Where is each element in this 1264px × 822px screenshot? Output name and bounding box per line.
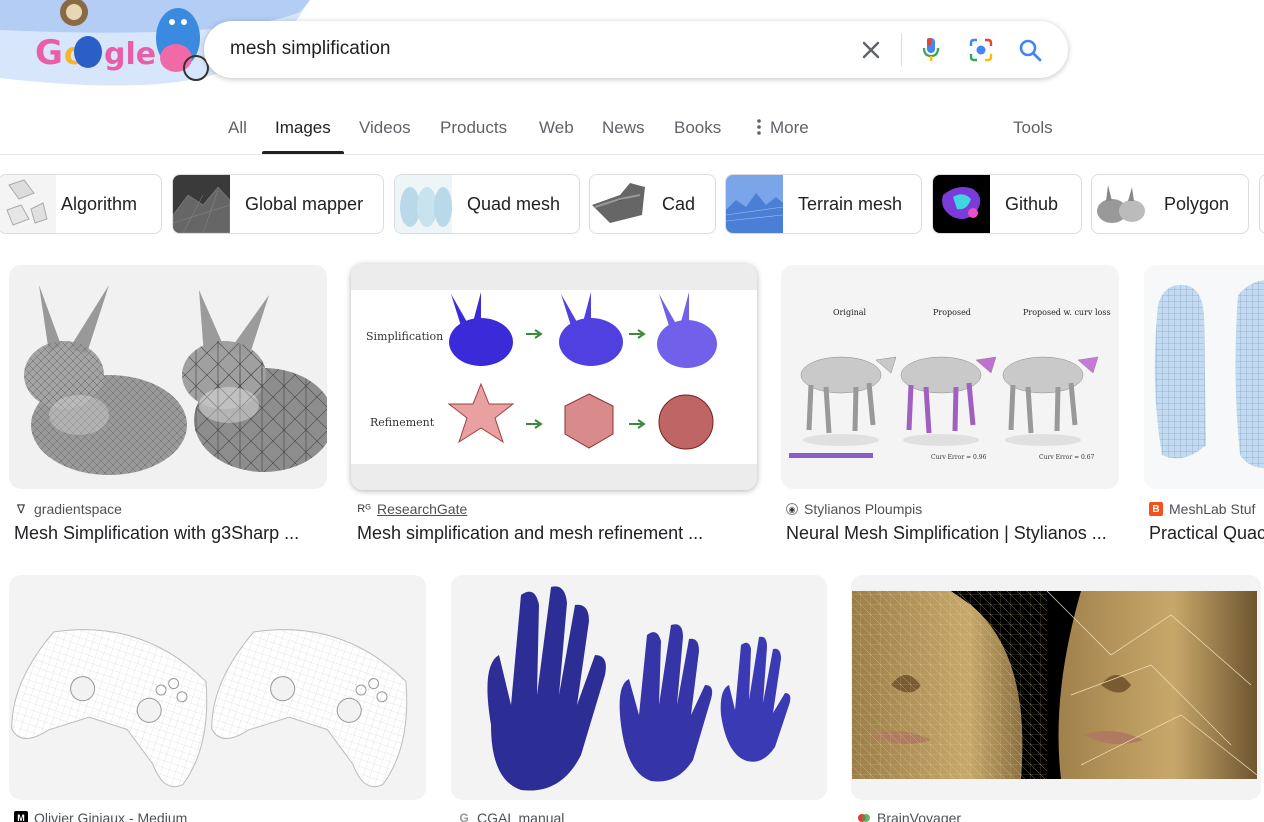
chip-thumbnail	[0, 175, 56, 233]
tab-products[interactable]: Products	[440, 118, 507, 138]
search-tabs: All Images Videos Products Web News Book…	[0, 104, 1264, 155]
chip-global-mapper[interactable]: Global mapper	[172, 174, 384, 234]
result-source-3[interactable]: ◉ Stylianos Ploumpis	[786, 501, 922, 517]
source-name: Stylianos Ploumpis	[804, 501, 923, 517]
source-name: CGAL manual	[477, 810, 565, 822]
row-label-refinement: Refinement	[370, 416, 435, 429]
tab-videos[interactable]: Videos	[359, 118, 411, 138]
chip-polygon[interactable]: Polygon	[1091, 174, 1249, 234]
chip-label: Quad mesh	[467, 194, 561, 214]
source-name: Olivier Giniaux - Medium	[34, 810, 188, 822]
hand-mesh-image	[487, 586, 791, 791]
figure-curv-error-1: Curv Error = 0.96	[931, 454, 987, 461]
result-source-6[interactable]: G CGAL manual	[457, 810, 564, 822]
tab-more[interactable]: More	[754, 118, 809, 138]
result-image-6[interactable]	[451, 575, 827, 800]
figure-curv-error-2: Curv Error = 0.67	[1039, 454, 1095, 461]
chip-thumbnail	[173, 175, 230, 233]
researchgate-favicon-icon: Rᴳ	[357, 503, 371, 515]
result-image-4[interactable]	[1144, 265, 1264, 489]
chip-label: Cad	[662, 194, 696, 214]
chip-terrain-mesh[interactable]: Terrain mesh	[725, 174, 922, 234]
chip-next-partial[interactable]	[1259, 174, 1264, 234]
bunny-mesh-image	[24, 285, 327, 475]
tab-books[interactable]: Books	[674, 118, 721, 138]
chip-cad[interactable]: Cad	[589, 174, 716, 234]
blogger-favicon-icon: B	[1149, 502, 1163, 516]
chip-thumbnail	[395, 175, 452, 233]
result-source-2[interactable]: Rᴳ ResearchGate	[357, 501, 467, 517]
gradientspace-favicon-icon: ∇	[16, 502, 26, 516]
chip-thumbnail	[726, 175, 783, 233]
svg-text:G: G	[35, 33, 63, 73]
svg-text:gle: gle	[104, 37, 156, 72]
search-icon[interactable]	[1014, 34, 1046, 66]
result-image-7[interactable]	[851, 575, 1261, 800]
figure-col-proposed-curv: Proposed w. curv loss	[1023, 308, 1111, 317]
more-vert-icon	[757, 119, 761, 135]
result-source-1[interactable]: ∇ gradientspace	[14, 501, 122, 517]
tab-images[interactable]: Images	[275, 118, 331, 138]
face-mesh-image	[852, 590, 1258, 779]
figure-col-proposed: Proposed	[933, 308, 971, 317]
brainvoyager-favicon-icon	[857, 811, 871, 822]
result-title-4[interactable]: Practical Quac	[1149, 523, 1264, 544]
row-label-simplification: Simplification	[366, 330, 443, 343]
search-divider	[901, 33, 902, 66]
figure-col-original: Original	[833, 308, 867, 317]
controller-mesh-image	[11, 629, 408, 788]
search-input[interactable]: mesh simplification	[230, 38, 391, 60]
active-tab-indicator	[262, 151, 344, 154]
result-title-2[interactable]: Mesh simplification and mesh refinement …	[357, 523, 703, 544]
clear-icon[interactable]	[855, 34, 887, 66]
chip-algorithm[interactable]: Algorithm	[0, 174, 162, 234]
simplification-refinement-figure: Simplification Refinement	[351, 264, 757, 490]
tools-button[interactable]: Tools	[1013, 118, 1053, 138]
chip-thumbnail	[933, 175, 990, 233]
tab-all[interactable]: All	[228, 118, 247, 138]
chip-label: Polygon	[1164, 194, 1230, 214]
source-name: MeshLab Stuf	[1169, 501, 1256, 517]
chip-github[interactable]: Github	[932, 174, 1082, 234]
source-name: ResearchGate	[377, 501, 468, 517]
chip-label: Terrain mesh	[798, 194, 903, 214]
result-image-2[interactable]: Simplification Refinement	[351, 264, 757, 490]
result-image-3[interactable]: Original Proposed Proposed w. curv loss …	[781, 265, 1119, 489]
wolf-mesh-figure: Original Proposed Proposed w. curv loss …	[789, 308, 1111, 461]
chip-label: Github	[1005, 194, 1059, 214]
chip-label: Algorithm	[61, 194, 138, 214]
tab-news[interactable]: News	[602, 118, 645, 138]
cgal-favicon-icon: G	[459, 811, 469, 822]
medium-favicon-icon: M	[14, 811, 28, 822]
chip-label: Global mapper	[245, 194, 364, 214]
tab-more-label: More	[770, 118, 809, 137]
source-name: gradientspace	[34, 501, 122, 517]
camera-lens-icon[interactable]	[965, 34, 997, 66]
moai-quad-mesh-image	[1154, 280, 1264, 469]
chip-thumbnail	[1092, 175, 1149, 233]
result-source-7[interactable]: BrainVoyager	[857, 810, 961, 822]
result-image-1[interactable]	[9, 265, 327, 489]
search-box[interactable]: mesh simplification	[204, 21, 1068, 78]
tab-web[interactable]: Web	[539, 118, 574, 138]
result-title-3[interactable]: Neural Mesh Simplification | Stylianos .…	[786, 523, 1107, 544]
ploumpis-favicon-icon: ◉	[786, 503, 798, 515]
source-name: BrainVoyager	[877, 810, 962, 822]
result-source-4[interactable]: B MeshLab Stuf	[1149, 501, 1255, 517]
chip-quad-mesh[interactable]: Quad mesh	[394, 174, 580, 234]
result-source-5[interactable]: M Olivier Giniaux - Medium	[14, 810, 187, 822]
result-title-1[interactable]: Mesh Simplification with g3Sharp ...	[14, 523, 299, 544]
chip-thumbnail	[590, 175, 647, 233]
result-image-5[interactable]	[9, 575, 426, 800]
microphone-icon[interactable]	[915, 34, 947, 66]
